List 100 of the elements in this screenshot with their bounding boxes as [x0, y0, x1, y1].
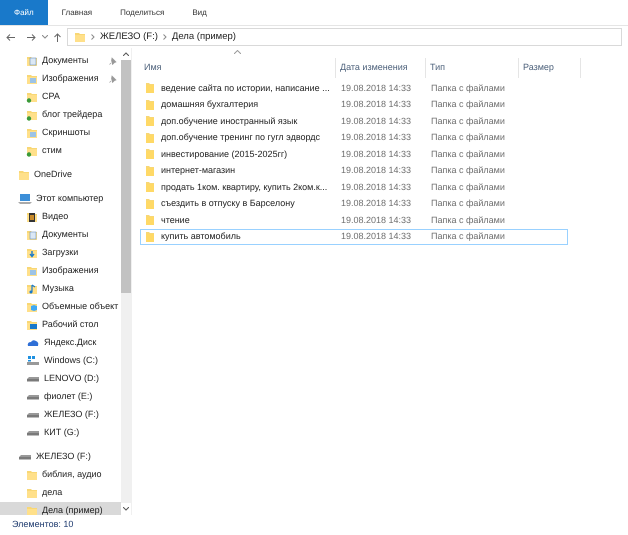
- sidebar-item[interactable]: дела: [0, 484, 121, 502]
- back-icon[interactable]: [6, 34, 15, 40]
- synced-folder-icon: [26, 109, 38, 121]
- ribbon-tab[interactable]: Поделиться: [106, 0, 178, 25]
- synced-folder-icon: [26, 91, 38, 103]
- file-row[interactable]: интернет-магазин 19.08.2018 14:33 Папка с файлами: [140, 162, 568, 179]
- ribbon-tab[interactable]: Вид: [178, 0, 221, 25]
- column-header[interactable]: Размер: [519, 58, 581, 78]
- folder-icon: [74, 31, 86, 43]
- sidebar-item[interactable]: стим: [0, 142, 121, 160]
- synced-folder-icon: [26, 145, 38, 157]
- sidebar-item[interactable]: Рабочий стол: [0, 316, 121, 334]
- ribbon-tab[interactable]: Файл: [0, 0, 48, 25]
- file-row[interactable]: инвестирование (2015-2025гг) 19.08.2018 14:33 Папка с файлами: [140, 146, 568, 162]
- pictures-folder-icon: [26, 265, 38, 277]
- pictures-folder-icon: [26, 127, 38, 139]
- folder-icon: [145, 198, 155, 210]
- sidebar-item[interactable]: Яндекс.Диск: [0, 334, 121, 352]
- forward-icon[interactable]: [27, 34, 36, 40]
- windows-drive-icon: [26, 355, 40, 367]
- folder-icon: [145, 148, 155, 160]
- music-folder-icon: [26, 283, 38, 295]
- computer-icon: [18, 193, 32, 205]
- sidebar-item[interactable]: блог трейдера: [0, 106, 121, 124]
- folder-icon: [26, 487, 38, 499]
- folder-icon: [145, 82, 155, 94]
- sidebar-item[interactable]: Этот компьютер: [0, 190, 121, 208]
- column-header[interactable]: Дата изменения: [336, 58, 426, 78]
- sidebar-item[interactable]: Документы: [0, 52, 121, 70]
- type-cell-text: Папка с файлами: [430, 98, 506, 111]
- file-row[interactable]: доп.обучение тренинг по гугл эдвордс 19.08.2018 14:33 Папка с файлами: [140, 130, 568, 146]
- folder-icon: [145, 164, 155, 177]
- folder-icon: [145, 214, 155, 226]
- type-cell-text: Папка с файлами: [430, 82, 506, 95]
- sidebar-item[interactable]: Музыка: [0, 280, 121, 298]
- folder-icon: [145, 230, 155, 243]
- sidebar-item[interactable]: CPA: [0, 88, 121, 106]
- file-name: ведение сайта по истории, написание ...: [161, 82, 330, 95]
- folder-icon: [145, 132, 155, 144]
- video-folder-icon: [26, 211, 38, 223]
- file-name: интернет-магазин: [161, 164, 236, 177]
- date-cell-text: 19.08.2018 14:33: [340, 148, 412, 160]
- sidebar-item[interactable]: Дела (пример): [0, 502, 121, 515]
- file-row[interactable]: съездить в отпуску в Барселону 19.08.2018 14:33 Папка с файлами: [140, 196, 568, 212]
- file-row[interactable]: ведение сайта по истории, написание ... 19.08.2018 14:33 Папка с файлами: [140, 80, 568, 96]
- sidebar-item[interactable]: Загрузки: [0, 244, 121, 262]
- file-row[interactable]: домашняя бухгалтерия 19.08.2018 14:33 Папка с файлами: [140, 96, 568, 113]
- file-name: съездить в отпуску в Барселону: [161, 197, 295, 210]
- file-name: домашняя бухгалтерия: [161, 98, 258, 111]
- scroll-up-icon[interactable]: [123, 52, 129, 56]
- scroll-down-icon[interactable]: [123, 507, 129, 511]
- folder-icon: [26, 505, 38, 515]
- file-name: доп.обучение иностранный язык: [161, 114, 298, 128]
- item-count: Элементов: 10: [12, 518, 74, 532]
- folder-icon: [145, 115, 155, 128]
- type-cell-text: Папка с файлами: [430, 164, 506, 177]
- sidebar-item[interactable]: Скриншоты: [0, 124, 121, 142]
- file-row[interactable]: купить автомобиль 19.08.2018 14:33 Папка с файлами: [140, 228, 568, 245]
- sidebar-item[interactable]: фиолет (E:): [0, 388, 121, 406]
- type-cell-text: Папка с файлами: [430, 114, 506, 128]
- sidebar-item[interactable]: КИТ (G:): [0, 424, 121, 442]
- file-name: чтение: [161, 214, 190, 226]
- type-cell-text: Папка с файлами: [430, 131, 506, 144]
- type-cell-text: Папка с файлами: [430, 197, 506, 210]
- folder-icon: [145, 181, 155, 194]
- folder-icon: [26, 469, 38, 481]
- sidebar-item[interactable]: LENOVO (D:): [0, 370, 121, 388]
- file-row[interactable]: чтение 19.08.2018 14:33 Папка с файлами: [140, 212, 568, 228]
- sidebar-item[interactable]: Документы: [0, 226, 121, 244]
- column-header[interactable]: Тип: [426, 58, 519, 78]
- sidebar-item[interactable]: Объемные объект: [0, 298, 121, 316]
- date-cell-text: 19.08.2018 14:33: [340, 197, 412, 210]
- column-header[interactable]: Имя: [140, 58, 336, 78]
- file-name: инвестирование (2015-2025гг): [161, 148, 288, 161]
- up-icon[interactable]: [54, 32, 61, 42]
- file-name: доп.обучение тренинг по гугл эдвордс: [161, 131, 320, 144]
- sidebar-item[interactable]: Видео: [0, 208, 121, 226]
- file-row[interactable]: доп.обучение иностранный язык 19.08.2018 14:33 Папка с файлами: [140, 113, 568, 130]
- folder-icon: [145, 98, 155, 111]
- sidebar-item[interactable]: Windows (C:): [0, 352, 121, 370]
- sidebar-item[interactable]: Изображения: [0, 70, 121, 88]
- documents-folder-icon: [26, 229, 38, 241]
- date-cell-text: 19.08.2018 14:33: [340, 214, 412, 226]
- sidebar-item[interactable]: библия, аудио: [0, 466, 121, 484]
- address-bar[interactable]: ЖЕЛЕЗО (F:) Дела (пример): [67, 28, 622, 46]
- file-row[interactable]: продать 1ком. квартиру, купить 2ком.к... 19.08.2018 14:33 Папка с файлами: [140, 179, 568, 196]
- path-segment[interactable]: ЖЕЛЕЗО (F:): [100, 30, 158, 44]
- date-cell-text: 19.08.2018 14:33: [340, 98, 412, 111]
- ribbon-tab[interactable]: Главная: [48, 0, 106, 25]
- cloud-icon: [26, 337, 40, 349]
- sidebar-item[interactable]: OneDrive: [0, 166, 121, 184]
- sidebar-item[interactable]: ЖЕЛЕЗО (F:): [0, 406, 121, 424]
- chevron-icon: [91, 34, 95, 40]
- date-cell-text: 19.08.2018 14:33: [340, 131, 412, 144]
- sidebar-item[interactable]: ЖЕЛЕЗО (F:): [0, 448, 121, 466]
- pictures-folder-icon: [26, 73, 38, 85]
- sidebar-item[interactable]: Изображения: [0, 262, 121, 280]
- chevron-down-icon[interactable]: [42, 35, 48, 39]
- scrollbar[interactable]: [121, 48, 131, 515]
- path-segment[interactable]: Дела (пример): [172, 30, 236, 44]
